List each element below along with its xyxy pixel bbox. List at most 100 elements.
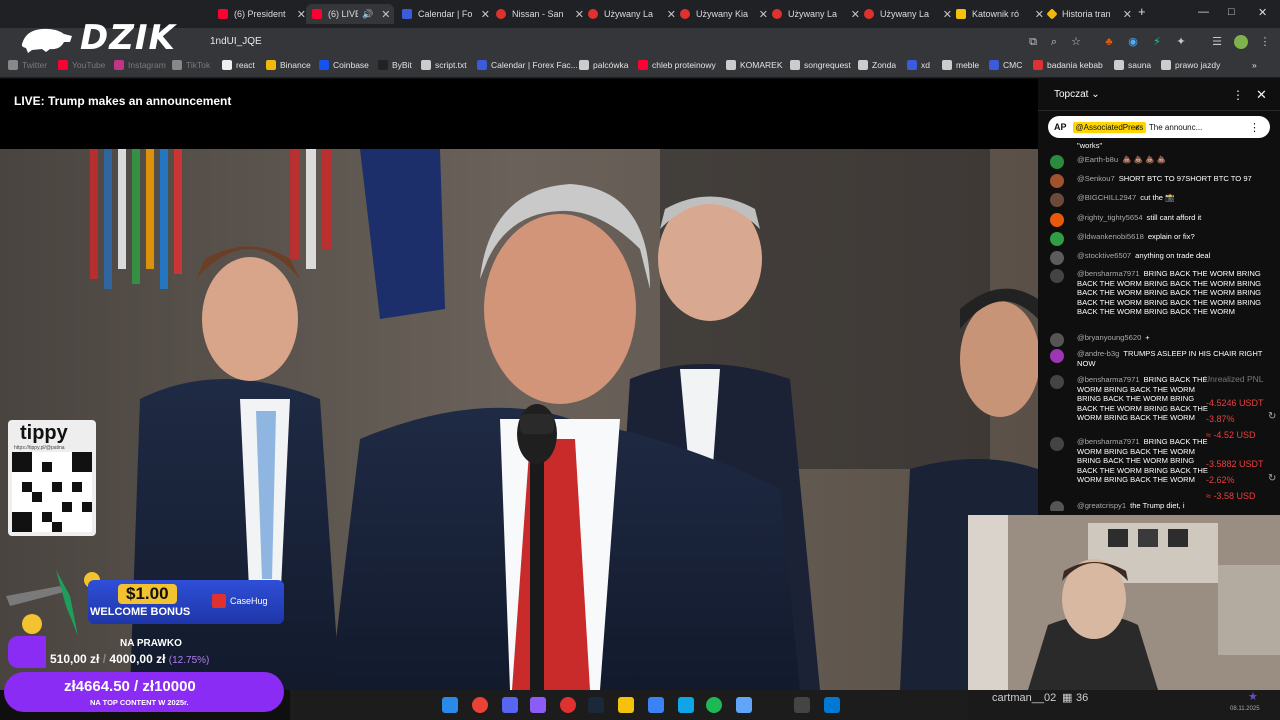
bookmark-item[interactable]: TikTok: [172, 60, 210, 70]
chat-author[interactable]: @Senkou7: [1077, 174, 1115, 183]
tab-5[interactable]: Używany Kia ✕: [680, 4, 768, 24]
bookmark-item[interactable]: ByBit: [378, 60, 412, 70]
maximize-button[interactable]: □: [1228, 6, 1235, 18]
bookmarks-more-icon[interactable]: »: [1252, 60, 1257, 70]
chat-message[interactable]: @bensharma7971 BRING BACK THE WORM BRING …: [1050, 269, 1270, 317]
url-input[interactable]: 1ndUI_JQE: [200, 32, 1100, 52]
terminal-taskbar-icon[interactable]: [794, 697, 810, 713]
puzzle-extensions-icon[interactable]: ✦: [1174, 35, 1188, 49]
chrome-taskbar-icon[interactable]: [472, 697, 488, 713]
steam-taskbar-icon[interactable]: [588, 697, 604, 713]
bookmark-item[interactable]: sauna: [1114, 60, 1151, 70]
speaker-icon[interactable]: 🔊: [362, 9, 373, 20]
tab-close-icon[interactable]: ✕: [297, 8, 306, 21]
discord-taskbar-icon[interactable]: [502, 697, 518, 713]
chat-message[interactable]: @Senkou7 SHORT BTC TO 97SHORT BTC TO 97: [1050, 174, 1270, 188]
bookmark-item[interactable]: Instagram: [114, 60, 166, 70]
app-taskbar-icon[interactable]: [530, 697, 546, 713]
chat-message[interactable]: @bryanyoung5620 +: [1050, 333, 1270, 347]
refresh-icon[interactable]: ↻: [1268, 473, 1276, 484]
bookmark-item[interactable]: Calendar | Forex Fac...: [477, 60, 578, 70]
extension-icon[interactable]: ⚡: [1150, 35, 1164, 49]
tab-close-icon[interactable]: ✕: [1035, 8, 1044, 21]
casehug-promo-banner[interactable]: $1.00 WELCOME BONUS CaseHug: [88, 580, 284, 624]
chat-message[interactable]: @bensharma7971 BRING BACK THE WORM BRING …: [1050, 375, 1210, 431]
tab-close-icon[interactable]: ✕: [381, 8, 390, 21]
close-window-button[interactable]: ✕: [1258, 6, 1267, 19]
chat-message[interactable]: @ldwankenobi5618 explain or fix?: [1050, 232, 1270, 246]
bookmark-item[interactable]: YouTube: [58, 60, 105, 70]
tab-close-icon[interactable]: ✕: [759, 8, 768, 21]
bookmark-item[interactable]: meble: [942, 60, 979, 70]
tab-close-icon[interactable]: ✕: [667, 8, 676, 21]
chat-author[interactable]: @BIGCHILL2947: [1077, 193, 1136, 202]
chat-message[interactable]: @greatcrispy1 the Trump diet, i: [1050, 501, 1210, 511]
pinned-menu-icon[interactable]: ⋮: [1249, 121, 1260, 134]
chat-author[interactable]: @Earth-b8u: [1077, 155, 1118, 164]
tab-close-icon[interactable]: ✕: [575, 8, 584, 21]
chat-message[interactable]: @bensharma7971 BRING BACK THE WORM BRING …: [1050, 437, 1210, 493]
folder-taskbar-icon[interactable]: [618, 697, 634, 713]
chat-author[interactable]: @andre-b3g: [1077, 349, 1119, 358]
bookmark-item[interactable]: script.txt: [421, 60, 467, 70]
chat-mode-dropdown[interactable]: Topczat ⌄: [1054, 89, 1100, 100]
tab-active[interactable]: (6) LIVE: 🔊 ✕: [306, 4, 394, 24]
pinned-message[interactable]: AP @AssociatedPress ✓ The announc... ⋮: [1048, 116, 1270, 138]
kebab-menu-icon[interactable]: ⋮: [1258, 35, 1272, 49]
bookmark-item[interactable]: badania kebab: [1033, 60, 1103, 70]
chat-author[interactable]: @bensharma7971: [1077, 375, 1140, 384]
chat-author[interactable]: @stocktive6507: [1077, 251, 1131, 260]
bookmark-item[interactable]: chleb proteinowy: [638, 60, 716, 70]
chat-menu-icon[interactable]: ⋮: [1232, 88, 1244, 102]
chat-message[interactable]: @andre-b3g TRUMPS ASLEEP IN HIS CHAIR RIG…: [1050, 349, 1270, 368]
tab-2[interactable]: Calendar | Fo ✕: [402, 4, 490, 24]
notepad-taskbar-icon[interactable]: [736, 697, 752, 713]
chat-message[interactable]: @stocktive6507 anything on trade deal: [1050, 251, 1270, 265]
zoom-icon[interactable]: ⌕: [1047, 35, 1061, 49]
bookmark-item[interactable]: Binance: [266, 60, 311, 70]
tab-close-icon[interactable]: ✕: [851, 8, 860, 21]
bookmark-item[interactable]: Coinbase: [319, 60, 369, 70]
tab-close-icon[interactable]: ✕: [943, 8, 952, 21]
extension-icon[interactable]: ◉: [1126, 35, 1140, 49]
bookmark-item[interactable]: KOMAREK: [726, 60, 783, 70]
bookmark-item[interactable]: react: [222, 60, 255, 70]
bookmark-item[interactable]: prawo jazdy: [1161, 60, 1220, 70]
bookmark-item[interactable]: Twitter: [8, 60, 47, 70]
vscode-taskbar-icon[interactable]: [678, 697, 694, 713]
extension-icon[interactable]: ♣: [1102, 35, 1116, 49]
bookmark-item[interactable]: CMC: [989, 60, 1022, 70]
chat-message[interactable]: "works": [1050, 141, 1270, 151]
new-tab-button[interactable]: +: [1138, 4, 1146, 19]
tab-6[interactable]: Używany La ✕: [772, 4, 860, 24]
tab-9[interactable]: Historia tran ✕: [1046, 4, 1132, 24]
chat-message[interactable]: @Earth-b8u 💩 💩 💩 💩: [1050, 155, 1270, 169]
bookmark-item[interactable]: palcówka: [579, 60, 628, 70]
tab-close-icon[interactable]: ✕: [1123, 8, 1132, 21]
windows-taskbar-icon[interactable]: [442, 697, 458, 713]
spotify-taskbar-icon[interactable]: [706, 697, 722, 713]
tab-3[interactable]: Nissan - San ✕: [496, 4, 584, 24]
chat-author[interactable]: @righty_tighty5654: [1077, 213, 1143, 222]
chat-message[interactable]: @BIGCHILL2947 cut the 📸: [1050, 193, 1270, 207]
profile-avatar-icon[interactable]: [1234, 35, 1248, 49]
tab-8[interactable]: Katownik ró ✕: [956, 4, 1044, 24]
chat-message[interactable]: @righty_tighty5654 still cant afford it: [1050, 213, 1270, 227]
close-chat-icon[interactable]: ✕: [1256, 87, 1267, 103]
opera-taskbar-icon[interactable]: [560, 697, 576, 713]
chat-author[interactable]: @ldwankenobi5618: [1077, 232, 1144, 241]
tab-7[interactable]: Używany La ✕: [864, 4, 952, 24]
chat-author[interactable]: @greatcrispy1: [1077, 501, 1126, 510]
bookmark-item[interactable]: songrequest: [790, 60, 851, 70]
reading-list-icon[interactable]: ☰: [1210, 35, 1224, 49]
chat-author[interactable]: @bryanyoung5620: [1077, 333, 1141, 342]
ccleaner-taskbar-icon[interactable]: [648, 697, 664, 713]
bookmark-star-icon[interactable]: ☆: [1069, 35, 1083, 49]
minimize-button[interactable]: —: [1198, 6, 1209, 18]
tab-close-icon[interactable]: ✕: [481, 8, 490, 21]
install-app-icon[interactable]: ⧉: [1026, 35, 1040, 49]
chat-author[interactable]: @bensharma7971: [1077, 269, 1140, 278]
chat-author[interactable]: @bensharma7971: [1077, 437, 1140, 446]
refresh-icon[interactable]: ↻: [1268, 411, 1276, 422]
photos-taskbar-icon[interactable]: [824, 697, 840, 713]
